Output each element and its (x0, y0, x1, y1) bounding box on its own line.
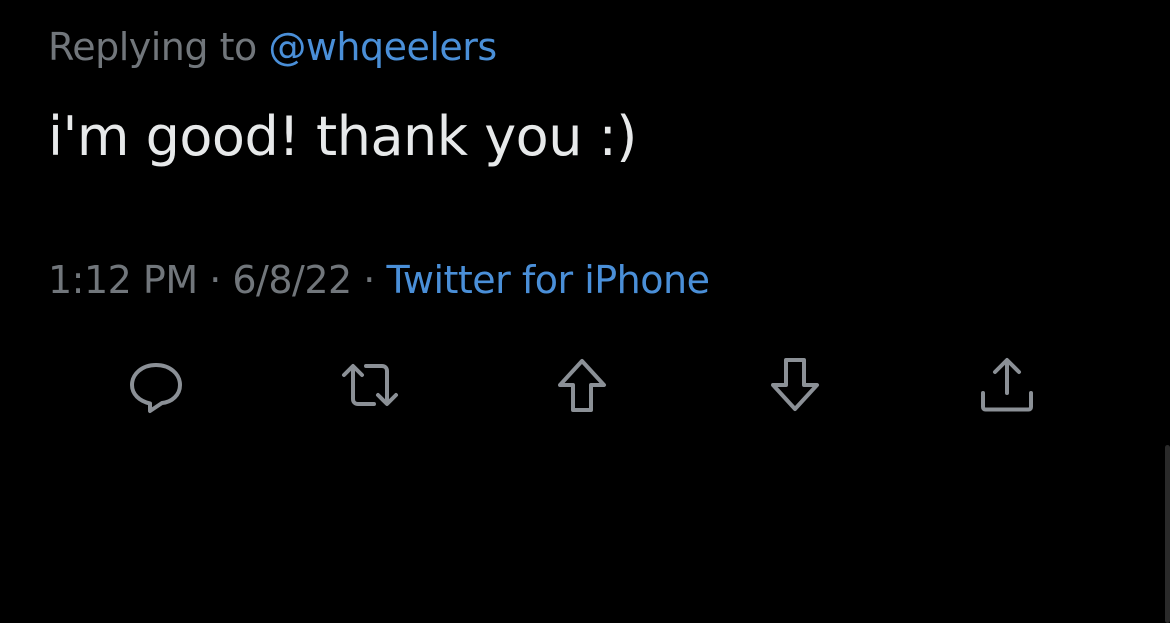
arrow-up-icon (558, 359, 606, 412)
tweet-meta: 1:12 PM · 6/8/22 · Twitter for iPhone (48, 257, 710, 303)
scrollbar[interactable] (1165, 445, 1170, 623)
tweet-text: i'm good! thank you :) (48, 105, 637, 168)
reply-mention-link[interactable]: @whqeelers (268, 25, 497, 69)
comment-icon (130, 363, 182, 413)
reply-button[interactable] (126, 355, 186, 415)
share-button[interactable] (977, 355, 1037, 415)
meta-separator: · (197, 258, 233, 302)
tweet-time[interactable]: 1:12 PM (48, 258, 198, 302)
arrow-down-icon (771, 358, 819, 411)
retweet-button[interactable] (340, 355, 400, 415)
replying-to-line: Replying to @whqeelers (48, 24, 497, 70)
share-icon (981, 358, 1033, 412)
tweet-date[interactable]: 6/8/22 (232, 258, 352, 302)
replying-to-label: Replying to (48, 25, 257, 69)
tweet-source-link[interactable]: Twitter for iPhone (386, 258, 710, 302)
upvote-button[interactable] (552, 355, 612, 415)
retweet-icon (342, 364, 398, 406)
downvote-button[interactable] (765, 355, 825, 415)
meta-separator: · (351, 258, 387, 302)
tweet-action-bar (0, 355, 1170, 415)
